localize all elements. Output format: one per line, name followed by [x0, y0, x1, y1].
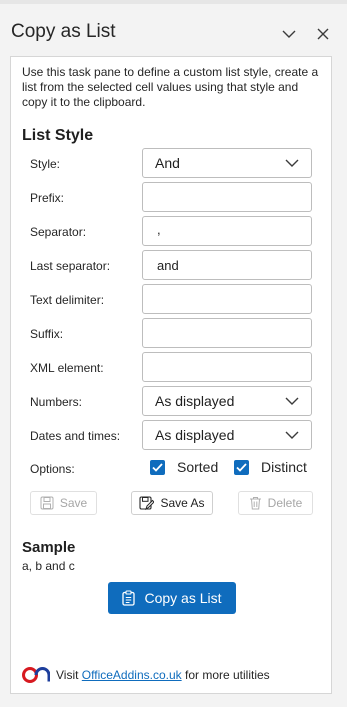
separator-input[interactable]: , [142, 216, 312, 246]
task-pane-content: Use this task pane to define a custom li… [10, 56, 332, 694]
numbers-value: As displayed [155, 393, 235, 409]
sample-heading: Sample [22, 539, 76, 556]
dates-label: Dates and times: [30, 429, 121, 443]
save-button[interactable]: Save [30, 491, 97, 515]
copy-as-list-button[interactable]: Copy as List [108, 582, 236, 614]
task-pane-header: Copy as List [0, 4, 347, 44]
distinct-checkbox[interactable]: Distinct [234, 459, 307, 475]
prefix-input[interactable] [142, 182, 312, 212]
delete-label: Delete [267, 496, 303, 510]
text-delimiter-input[interactable] [142, 284, 312, 314]
suffix-label: Suffix: [30, 327, 64, 341]
separator-value: , [157, 222, 161, 237]
style-select[interactable]: And [142, 148, 312, 178]
save-as-button[interactable]: Save As [131, 491, 213, 515]
dates-select[interactable]: As displayed [142, 420, 312, 450]
distinct-label: Distinct [261, 459, 307, 475]
list-style-heading: List Style [22, 127, 94, 144]
sorted-label: Sorted [177, 459, 219, 475]
task-pane-title: Copy as List [11, 21, 116, 42]
clipboard-icon [122, 590, 136, 606]
style-label: Style: [30, 157, 61, 171]
chevron-down-icon [285, 431, 299, 439]
officeaddins-link[interactable]: OfficeAddins.co.uk [82, 668, 182, 682]
sample-value: a, b and c [22, 559, 75, 573]
description-text: Use this task pane to define a custom li… [22, 65, 319, 109]
checkbox-checked-icon [150, 459, 165, 475]
trash-icon [249, 496, 262, 510]
save-as-icon [139, 495, 155, 511]
chevron-down-icon [285, 397, 299, 405]
last-separator-label: Last separator: [30, 259, 111, 273]
copy-as-list-label: Copy as List [144, 590, 222, 606]
checkbox-checked-icon [234, 459, 249, 475]
sorted-checkbox[interactable]: Sorted [150, 459, 218, 475]
text-delimiter-label: Text delimiter: [30, 293, 105, 307]
prefix-label: Prefix: [30, 191, 65, 205]
xml-element-input[interactable] [142, 352, 312, 382]
separator-label: Separator: [30, 225, 87, 239]
numbers-label: Numbers: [30, 395, 83, 409]
footer-suffix: for more utilities [184, 668, 270, 682]
options-label: Options: [30, 462, 75, 476]
footer: Visit OfficeAddins.co.uk for more utilit… [22, 667, 270, 683]
officeaddins-logo [22, 667, 50, 683]
save-label: Save [59, 496, 88, 510]
dates-value: As displayed [155, 427, 235, 443]
footer-prefix: Visit [56, 668, 79, 682]
save-as-label: Save As [160, 496, 205, 510]
chevron-down-icon [285, 159, 299, 167]
delete-button[interactable]: Delete [238, 491, 313, 515]
pane-options-button[interactable] [279, 24, 299, 44]
last-separator-value: and [157, 258, 179, 273]
last-separator-input[interactable]: and [142, 250, 312, 280]
suffix-input[interactable] [142, 318, 312, 348]
chevron-down-icon [282, 30, 296, 38]
close-icon [317, 28, 329, 40]
save-icon [40, 496, 54, 510]
numbers-select[interactable]: As displayed [142, 386, 312, 416]
close-button[interactable] [313, 24, 333, 44]
xml-element-label: XML element: [30, 361, 104, 375]
style-value: And [155, 155, 180, 171]
